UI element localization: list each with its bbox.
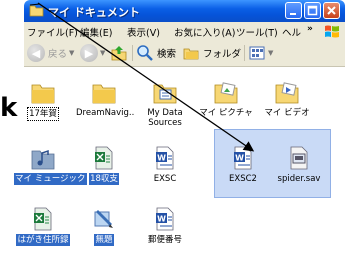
views-button[interactable]: ▼ (248, 43, 273, 63)
file-item[interactable]: マイ ビデオ (258, 82, 316, 119)
windows-logo-icon (325, 25, 339, 38)
file-label: マイ ピクチャ (199, 108, 253, 118)
chevron-down-icon: ▼ (268, 49, 274, 57)
title-bar[interactable]: マイ ドキュメント (24, 0, 345, 22)
menu-view[interactable]: 表示(V) (127, 25, 160, 39)
file-item[interactable]: W 郵便番号 (136, 207, 194, 246)
maximize-button[interactable] (304, 2, 321, 19)
search-label: 検索 (157, 49, 177, 60)
folder-icon (31, 84, 55, 104)
up-folder-button[interactable] (110, 43, 128, 63)
toolbar: ◀ 戻る ▼ ▶ ▼ 検索 フォルダ ▼ (24, 40, 345, 67)
up-folder-icon (111, 46, 127, 61)
close-icon (327, 6, 336, 15)
search-button[interactable]: 検索 (136, 43, 176, 63)
svg-text:W: W (157, 154, 166, 163)
window-title: マイ ドキュメント (48, 6, 140, 19)
menu-edit[interactable]: 編集(E) (80, 25, 112, 39)
back-button[interactable]: ◀ 戻る ▼ (27, 43, 74, 63)
menu-tools[interactable]: ツール(T) (236, 25, 278, 39)
minimize-button[interactable] (285, 2, 302, 19)
file-item[interactable]: W EXSC2 (214, 146, 272, 185)
chevron-down-icon: ▼ (69, 49, 75, 57)
file-label: 郵便番号 (147, 235, 182, 245)
file-label: EXSC (153, 174, 177, 184)
file-label: 無題 (94, 234, 114, 246)
back-arrow-icon: ◀ (27, 44, 45, 62)
folder-icon (92, 84, 116, 104)
excel-file-icon (95, 146, 113, 170)
cursor-mark: k (0, 93, 18, 123)
menu-more-button[interactable]: » (307, 24, 313, 34)
video-folder-icon (275, 82, 299, 104)
excel-file-icon (34, 207, 52, 231)
svg-text:W: W (235, 154, 244, 163)
file-label: はがき住所録 (16, 234, 70, 246)
file-label: EXSC2 (229, 174, 257, 184)
svg-text:W: W (157, 215, 166, 224)
pictures-folder-icon (214, 82, 238, 104)
minimize-icon (290, 13, 296, 15)
file-label: 18収支 (89, 173, 119, 185)
word-file-icon: W (156, 207, 174, 231)
paint-file-icon (94, 210, 113, 228)
folders-label: フォルダ (203, 49, 242, 60)
file-item[interactable]: spider.sav (270, 146, 328, 185)
music-folder-icon (31, 149, 55, 170)
file-item[interactable]: My Data Sources (136, 82, 194, 129)
explorer-window: マイ ドキュメント ファイル(F) 編集(E) 表示(V) お気に入り(A) ツ… (14, 0, 345, 257)
file-item[interactable]: DreamNavig.. (75, 82, 135, 119)
menu-help[interactable]: ヘル (282, 25, 301, 39)
file-label: spider.sav (277, 174, 321, 184)
folders-icon (183, 48, 199, 60)
close-button[interactable] (323, 2, 340, 19)
file-item[interactable]: 無題 (75, 207, 133, 246)
search-icon (137, 45, 153, 61)
forward-arrow-icon: ▶ (80, 44, 98, 62)
file-label: 17年賀 (27, 107, 59, 121)
generic-file-icon (290, 146, 308, 170)
chevron-down-icon: ▼ (100, 49, 106, 57)
menu-favorites[interactable]: お気に入り(A) (174, 25, 235, 39)
menu-file[interactable]: ファイル(F) (27, 25, 78, 39)
file-view[interactable]: 17年賀 DreamNavig.. My Data Sources マイ ピクチ… (14, 67, 345, 257)
file-label: DreamNavig.. (76, 108, 135, 118)
file-label: My Data Sources (147, 108, 183, 128)
file-item[interactable]: マイ ミュージック (14, 146, 87, 185)
word-file-icon: W (234, 146, 252, 170)
file-item[interactable]: はがき住所録 (14, 207, 72, 246)
file-label: マイ ビデオ (264, 108, 310, 118)
views-icon (249, 46, 265, 60)
menu-bar: ファイル(F) 編集(E) 表示(V) お気に入り(A) ツール(T) ヘル » (24, 22, 345, 41)
file-item[interactable]: マイ ピクチャ (197, 82, 255, 119)
file-item[interactable]: 17年賀 (14, 82, 72, 121)
forward-button[interactable]: ▶ ▼ (80, 43, 105, 63)
folders-button[interactable]: フォルダ (182, 43, 241, 63)
file-item[interactable]: 18収支 (75, 146, 133, 185)
maximize-icon (307, 5, 318, 16)
toolbar-separator (244, 45, 245, 61)
data-sources-folder-icon (153, 84, 177, 104)
back-label: 戻る (48, 49, 68, 60)
word-file-icon: W (156, 146, 174, 170)
file-item[interactable]: W EXSC (136, 146, 194, 185)
folder-icon (29, 5, 44, 17)
toolbar-separator (132, 45, 133, 61)
